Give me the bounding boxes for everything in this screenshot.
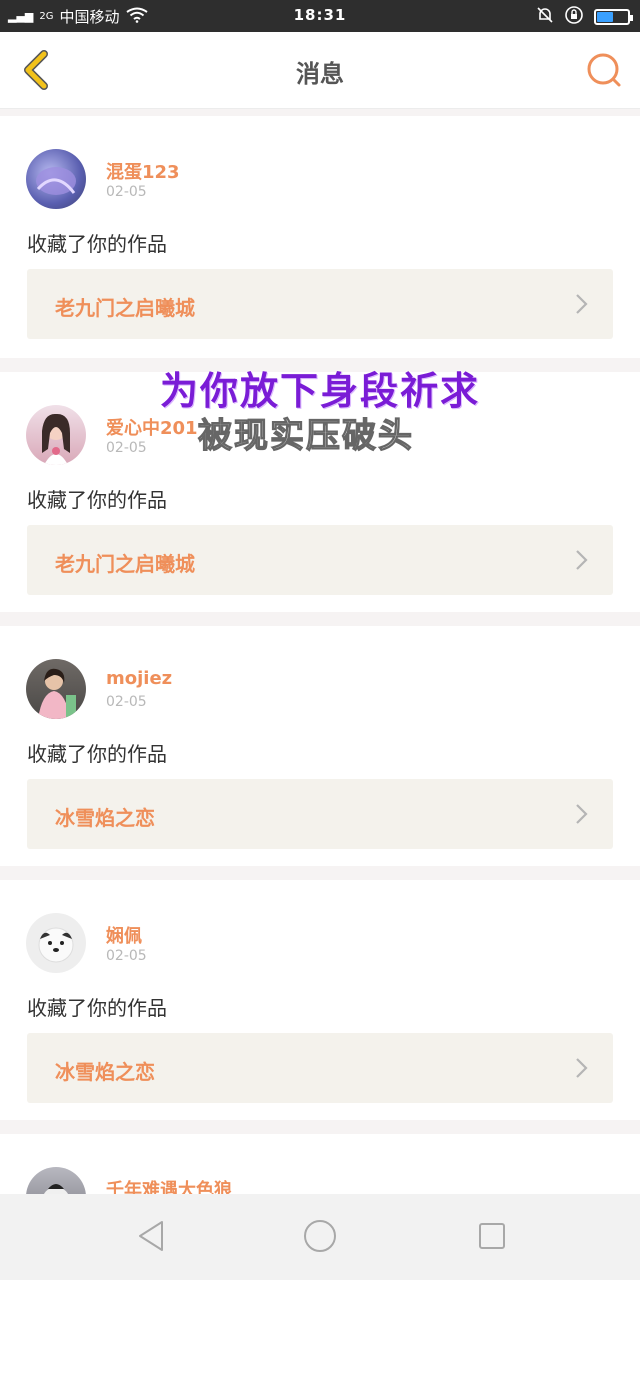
- chevron-right-icon: [576, 550, 588, 570]
- username[interactable]: 娴佩: [106, 922, 142, 948]
- work-title: 冰雪焰之恋: [55, 1060, 155, 1084]
- work-title: 老九门之启曦城: [55, 552, 195, 576]
- action-text: 收藏了你的作品: [27, 232, 167, 256]
- work-title: 冰雪焰之恋: [55, 806, 155, 830]
- page-title: 消息: [296, 60, 344, 88]
- nav-recents-icon[interactable]: [472, 1216, 512, 1256]
- rotation-lock-icon: [564, 5, 584, 29]
- system-nav-bar: [0, 1194, 640, 1280]
- notification-card: 混蛋123 02-05 收藏了你的作品 老九门之启曦城: [0, 116, 640, 358]
- notification-list: 混蛋123 02-05 收藏了你的作品 老九门之启曦城 爱心中201 02-05…: [0, 108, 640, 1374]
- overlay-lyric-line-2: 被现实压破头: [197, 415, 414, 456]
- mute-bell-icon: [536, 6, 554, 28]
- work-title: 老九门之启曦城: [55, 296, 195, 320]
- work-link[interactable]: 老九门之启曦城: [27, 269, 613, 339]
- search-icon[interactable]: [586, 52, 622, 88]
- action-text: 收藏了你的作品: [27, 742, 167, 766]
- username[interactable]: 混蛋123: [106, 158, 180, 184]
- overlay-lyric-line-1: 为你放下身段祈求: [160, 369, 481, 413]
- notification-card: mojiez 02-05 收藏了你的作品 冰雪焰之恋: [0, 626, 640, 866]
- chevron-right-icon: [576, 1058, 588, 1078]
- nav-back-icon[interactable]: [132, 1216, 172, 1256]
- action-text: 收藏了你的作品: [27, 996, 167, 1020]
- app-header: 消息: [0, 32, 640, 109]
- work-link[interactable]: 老九门之启曦城: [27, 525, 613, 595]
- notification-date: 02-05: [106, 694, 147, 710]
- username[interactable]: 爱心中201: [106, 414, 198, 440]
- notification-card: 娴佩 02-05 收藏了你的作品 冰雪焰之恋: [0, 880, 640, 1120]
- action-text: 收藏了你的作品: [27, 488, 167, 512]
- avatar[interactable]: [26, 913, 86, 973]
- status-bar: ▂▄▆ 2G 中国移动 18:31: [0, 0, 640, 32]
- avatar[interactable]: [26, 405, 86, 465]
- notification-date: 02-05: [106, 440, 147, 456]
- avatar[interactable]: [26, 149, 86, 209]
- avatar[interactable]: [26, 659, 86, 719]
- notification-date: 02-05: [106, 184, 147, 200]
- notification-date: 02-05: [106, 948, 147, 964]
- nav-home-icon[interactable]: [300, 1216, 340, 1256]
- username[interactable]: mojiez: [106, 668, 172, 689]
- work-link[interactable]: 冰雪焰之恋: [27, 779, 613, 849]
- chevron-right-icon: [576, 294, 588, 314]
- work-link[interactable]: 冰雪焰之恋: [27, 1033, 613, 1103]
- battery-icon: [594, 9, 633, 25]
- status-right: [536, 5, 633, 29]
- chevron-right-icon: [576, 804, 588, 824]
